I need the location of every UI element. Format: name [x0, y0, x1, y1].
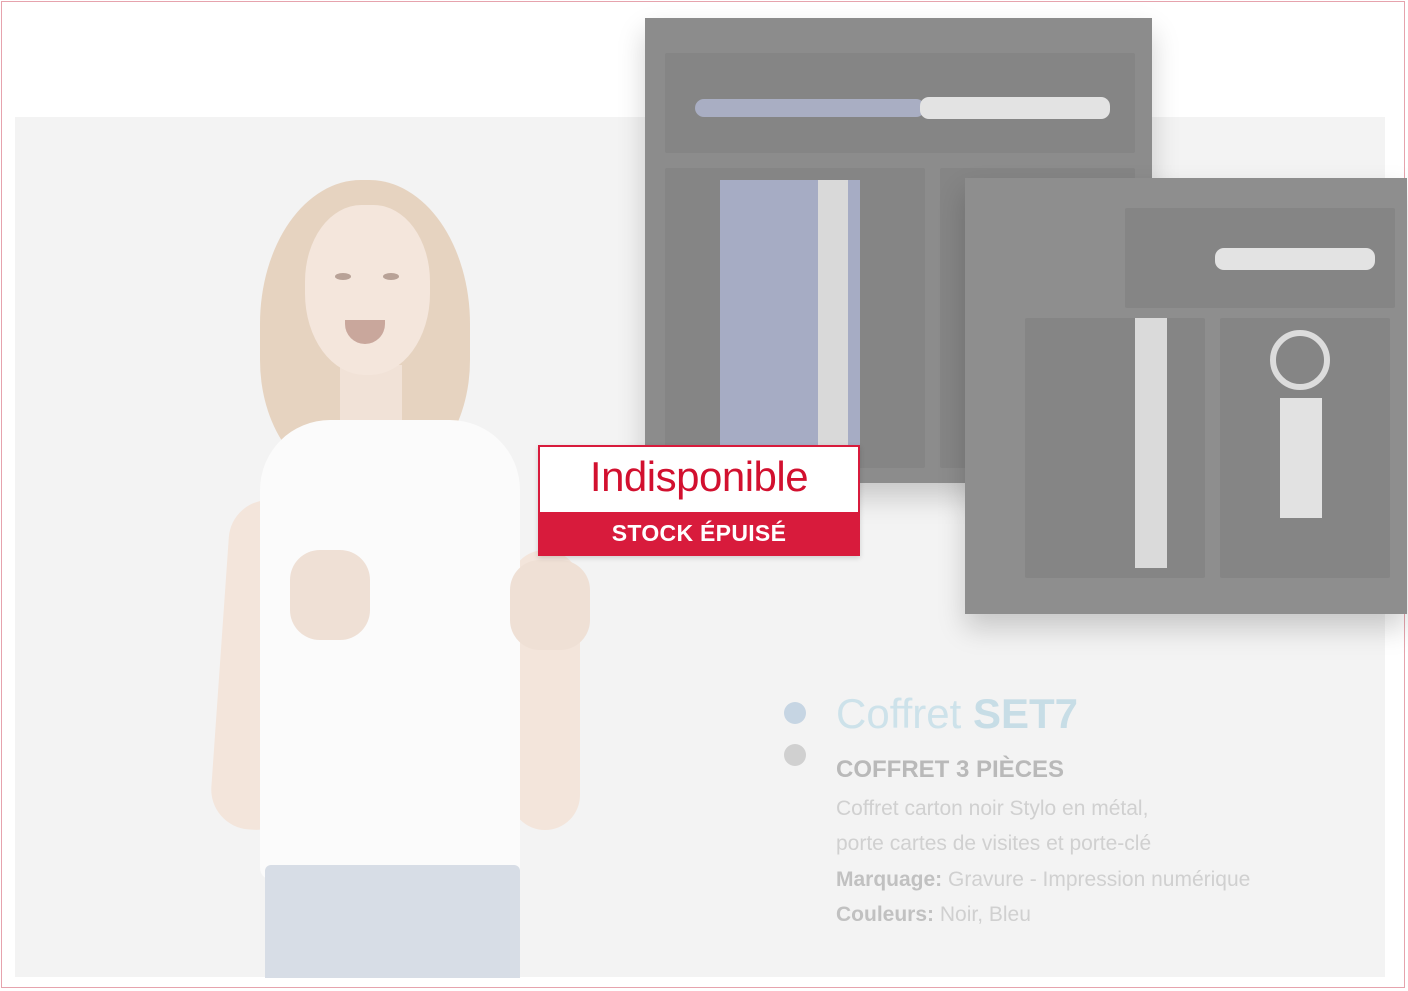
keyring-ring-2 — [1270, 330, 1330, 390]
colors-value: Noir, Bleu — [939, 903, 1031, 926]
bullet-blue-icon — [784, 702, 806, 724]
product-description-line-1: Coffret carton noir Stylo en métal, — [836, 797, 1149, 820]
card-holder-compartment-2 — [1025, 318, 1205, 578]
model-shirt — [260, 420, 520, 880]
product-description-line-2: porte cartes de visites et porte-clé — [836, 832, 1152, 855]
pen-barrel — [695, 99, 925, 117]
product-colors: Couleurs: Noir, Bleu — [836, 903, 1031, 927]
card-holder-chrome-2 — [1135, 318, 1167, 568]
product-marking: Marquage: Gravure - Impression numérique — [836, 868, 1250, 892]
marking-value: Gravure - Impression numérique — [948, 868, 1251, 891]
thumbs-up-left — [290, 550, 370, 640]
card-holder — [720, 180, 860, 460]
product-code: SET7 — [972, 690, 1079, 737]
badge-title: Indisponible — [589, 453, 809, 500]
pen-cap — [920, 97, 1110, 119]
model-eye-right — [383, 273, 399, 280]
marking-label: Marquage: — [836, 868, 943, 891]
pen-compartment — [665, 53, 1135, 153]
pen-cap-2 — [1215, 248, 1375, 270]
badge-subtitle: STOCK ÉPUISÉ — [540, 512, 858, 554]
product-subtitle: COFFRET 3 PIÈCES — [836, 756, 1065, 783]
unavailable-badge: Indisponible STOCK ÉPUISÉ — [538, 445, 860, 556]
product-title: Coffret SET7 — [836, 690, 1078, 738]
keyring-compartment-2 — [1220, 318, 1390, 578]
thumbs-up-right — [510, 560, 590, 650]
bullet-grey-icon — [784, 744, 806, 766]
card-holder-compartment — [665, 168, 925, 468]
gift-box-black — [965, 178, 1407, 614]
model-jeans — [265, 865, 520, 978]
colors-label: Couleurs: — [836, 903, 935, 926]
pen-compartment-2 — [1125, 208, 1395, 308]
model-face — [305, 205, 430, 375]
keyring-tag-2 — [1280, 398, 1322, 518]
model-photo — [180, 150, 680, 978]
model-mouth — [345, 320, 385, 344]
card-holder-chrome — [818, 180, 848, 460]
product-title-prefix: Coffret — [836, 690, 962, 737]
model-eye-left — [335, 273, 351, 280]
